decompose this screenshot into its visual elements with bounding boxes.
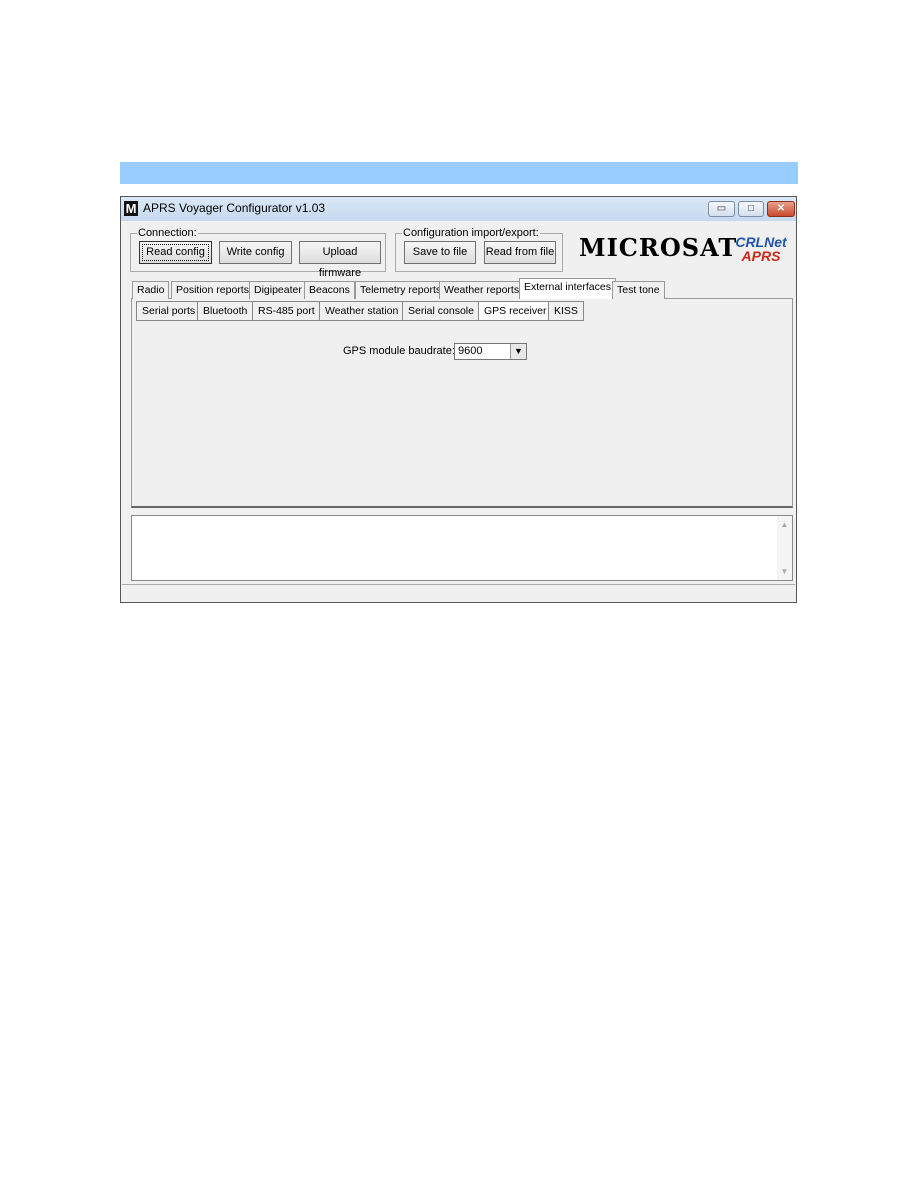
tab-telemetry-reports[interactable]: Telemetry reports [355,281,447,299]
tab-weather-reports[interactable]: Weather reports [439,281,525,299]
crlnet-text: CRLNet [735,234,787,250]
config-io-group: Configuration import/export: Save to fil… [395,227,563,272]
upload-firmware-button[interactable]: Upload firmware [299,241,381,279]
subtab-serial-console[interactable]: Serial console [402,301,480,321]
close-button[interactable]: ✕ [767,201,795,217]
tab-position-reports[interactable]: Position reports [171,281,254,299]
subtab-gps-receiver[interactable]: GPS receiver [478,301,553,321]
connection-group: Connection: Read config Write config Upl… [130,227,386,279]
subtab-serial-ports[interactable]: Serial ports [136,301,202,321]
gps-baudrate-label: GPS module baudrate: [343,345,455,357]
read-config-button[interactable]: Read config [139,241,212,264]
tab-panel: GPS module baudrate: 9600 ▼ [131,298,793,508]
scroll-down-icon[interactable]: ▼ [777,567,792,576]
gps-baudrate-value: 9600 [458,345,483,357]
tab-beacons[interactable]: Beacons [304,281,355,299]
subtab-weather-station[interactable]: Weather station [319,301,405,321]
scroll-up-icon[interactable]: ▲ [777,520,792,529]
tab-external-interfaces[interactable]: External interfaces [519,278,616,299]
maximize-button[interactable]: □ [738,201,764,217]
tab-test-tone[interactable]: Test tone [612,281,665,299]
status-bar [122,584,795,602]
write-config-button[interactable]: Write config [219,241,292,264]
minimize-button[interactable]: ▭ [708,201,735,217]
header-banner [120,162,798,184]
app-icon: M [124,201,138,216]
config-io-label: Configuration import/export: [402,227,540,239]
save-to-file-button[interactable]: Save to file [404,241,476,264]
log-scrollbar[interactable]: ▲ ▼ [777,516,792,580]
read-from-file-button[interactable]: Read from file [484,241,556,264]
subtab-bluetooth[interactable]: Bluetooth [197,301,254,321]
log-textarea[interactable]: ▲ ▼ [131,515,793,581]
subtab-kiss[interactable]: KISS [548,301,584,321]
tab-digipeater[interactable]: Digipeater [249,281,307,299]
microsat-logo: MICROSAT [579,233,738,262]
connection-label: Connection: [137,227,198,239]
tab-radio[interactable]: Radio [132,281,170,299]
aprs-text: APRS [741,248,781,264]
chevron-down-icon[interactable]: ▼ [510,344,526,359]
subtab-rs485-port[interactable]: RS-485 port [252,301,321,321]
title-bar[interactable]: M APRS Voyager Configurator v1.03 ▭ □ ✕ [121,197,796,221]
window-title: APRS Voyager Configurator v1.03 [143,201,326,215]
app-window: M APRS Voyager Configurator v1.03 ▭ □ ✕ … [120,196,797,603]
crlnet-logo: CRLNet APRS [731,235,791,263]
gps-baudrate-select[interactable]: 9600 ▼ [454,343,527,360]
